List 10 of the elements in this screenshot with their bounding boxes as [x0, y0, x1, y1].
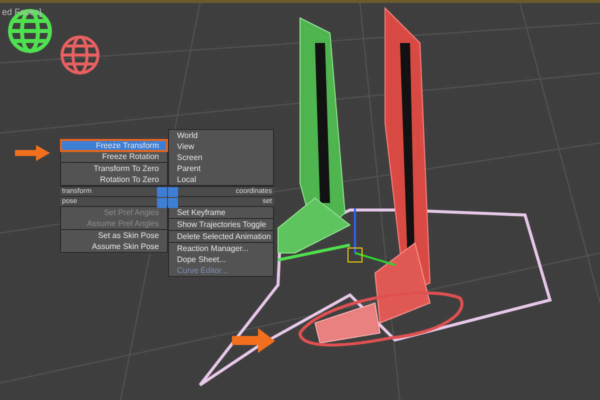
menu-item[interactable]: Reaction Manager... [169, 242, 273, 254]
menu-item[interactable]: Show Trajectories Toggle [169, 218, 273, 230]
arrow-icon [232, 328, 275, 353]
quadrant-selector-icon[interactable] [157, 187, 178, 208]
menu-item[interactable]: Freeze Transform [61, 140, 167, 151]
menu-item[interactable]: Set as Skin Pose [61, 229, 167, 241]
sphere-helper-icon [60, 36, 100, 74]
menu-item[interactable]: Delete Selected Animation [169, 230, 273, 242]
arrow-icon [15, 145, 50, 161]
menu-item[interactable]: Transform To Zero [61, 162, 167, 174]
